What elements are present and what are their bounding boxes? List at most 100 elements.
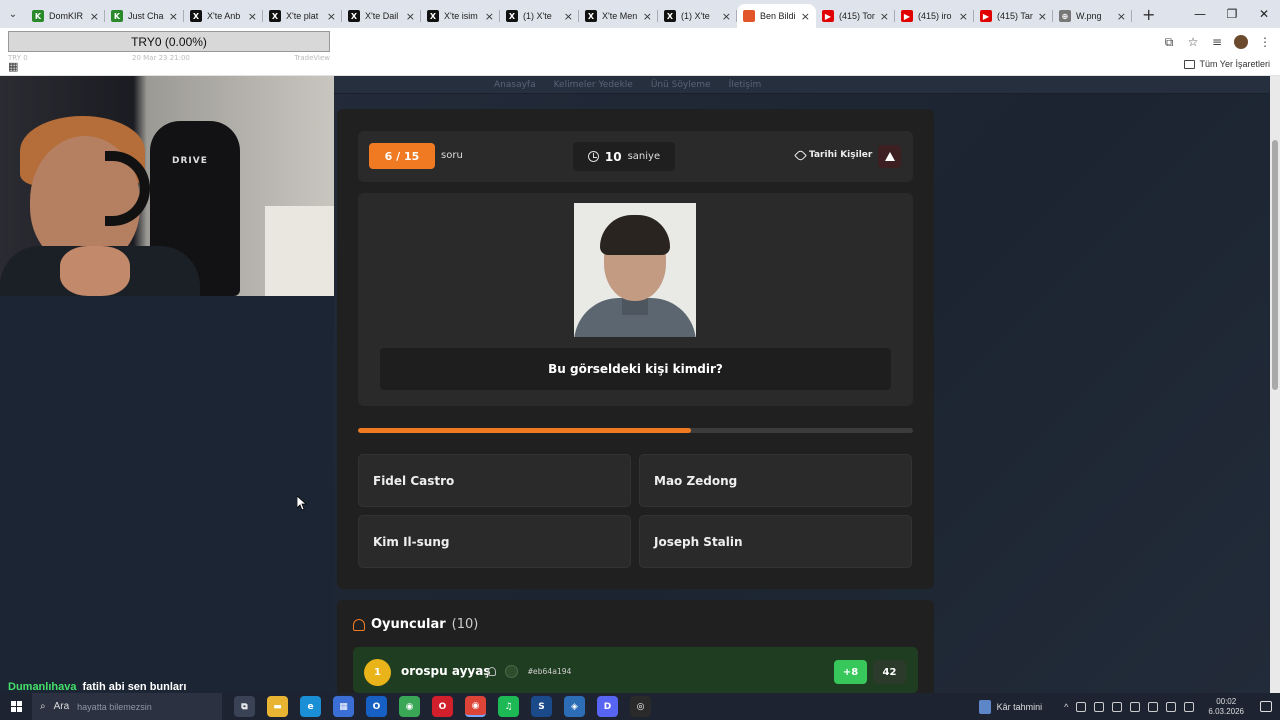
display-icon[interactable] xyxy=(1148,701,1159,712)
tray-app-icon[interactable] xyxy=(1076,701,1087,712)
weather-widget[interactable]: Kâr tahmini xyxy=(978,699,1042,714)
taskbar-app-spotify-icon[interactable]: ♫ xyxy=(498,696,519,717)
tab-title: (415) iro xyxy=(918,11,952,21)
tab-close-icon[interactable]: × xyxy=(327,10,336,23)
profile-avatar[interactable] xyxy=(1234,35,1248,49)
browser-tab[interactable]: X X'te plat × xyxy=(263,4,342,28)
bookmark-star-icon[interactable]: ☆ xyxy=(1186,35,1200,49)
tab-close-icon[interactable]: × xyxy=(564,10,573,23)
browser-tab[interactable]: X (1) X'te × xyxy=(500,4,579,28)
tab-title: X'te isim xyxy=(444,11,478,21)
tab-close-icon[interactable]: × xyxy=(485,10,494,23)
taskbar-app-chrome-icon[interactable]: ◉ xyxy=(399,696,420,717)
tab-title: (415) Tar xyxy=(997,11,1033,21)
browser-tab[interactable]: X X'te Dail × xyxy=(342,4,421,28)
network-icon[interactable] xyxy=(1094,701,1105,712)
taskbar-app-task-view-icon[interactable]: ⧉ xyxy=(234,696,255,717)
taskbar-app-opera-icon[interactable]: O xyxy=(432,696,453,717)
browser-tab[interactable]: K DomKIR × xyxy=(26,4,105,28)
answer-option-2[interactable]: Mao Zedong xyxy=(639,454,912,507)
tab-close-icon[interactable]: × xyxy=(90,10,99,23)
players-title: Oyuncular xyxy=(371,617,446,632)
clock[interactable]: 00:02 6.03.2026 xyxy=(1208,697,1244,717)
browser-tab[interactable]: ▶ (415) Tor × xyxy=(816,4,895,28)
scroll-thumb[interactable] xyxy=(1272,140,1278,390)
webcam-feed: DRIVE xyxy=(0,76,334,296)
microphone-icon[interactable] xyxy=(1130,701,1141,712)
tab-close-icon[interactable]: × xyxy=(1117,10,1126,23)
tab-close-icon[interactable]: × xyxy=(722,10,731,23)
ticker-sub-right: TradeView xyxy=(294,54,330,62)
tab-close-icon[interactable]: × xyxy=(1038,10,1047,23)
browser-menu-icon[interactable]: ⋮ xyxy=(1258,35,1272,49)
install-app-icon[interactable]: ⧉ xyxy=(1162,35,1176,49)
tab-title: DomKIR xyxy=(49,11,84,21)
question-text: Bu görseldeki kişi kimdir? xyxy=(380,348,891,390)
nav-link-words[interactable]: Kelimeler Yedekle xyxy=(554,80,633,90)
answer-option-1[interactable]: Fidel Castro xyxy=(358,454,631,507)
players-header: Oyuncular (10) xyxy=(353,617,478,632)
browser-tab[interactable]: X X'te isim × xyxy=(421,4,500,28)
taskbar-app-outlook-icon[interactable]: O xyxy=(366,696,387,717)
taskbar-search[interactable]: ⌕ Ara hayatta bilemezsin xyxy=(32,693,222,720)
nav-link-contact[interactable]: İletişim xyxy=(729,80,762,90)
maximize-button[interactable]: ❐ xyxy=(1216,7,1248,21)
browser-tab[interactable]: ▶ (415) Tar × xyxy=(974,4,1053,28)
page-scrollbar[interactable] xyxy=(1270,76,1280,693)
timer-progress-bar xyxy=(358,428,913,433)
media-control-icon[interactable]: ≡ xyxy=(1210,35,1224,49)
progress-fill xyxy=(358,428,691,433)
taskbar-app-steam-icon[interactable]: S xyxy=(531,696,552,717)
points-gained-badge: +8 xyxy=(834,660,867,684)
tab-close-icon[interactable]: × xyxy=(248,10,257,23)
tab-close-icon[interactable]: × xyxy=(169,10,178,23)
taskbar-app-obs-icon[interactable]: ◎ xyxy=(630,696,651,717)
browser-tab[interactable]: K Just Cha × xyxy=(105,4,184,28)
browser-tab[interactable]: Ben Bildi × xyxy=(737,4,816,28)
tag-icon xyxy=(794,148,807,162)
minimize-button[interactable]: — xyxy=(1184,7,1216,21)
weather-icon xyxy=(978,699,991,714)
tab-close-icon[interactable]: × xyxy=(643,10,652,23)
taskbar-app-store-icon[interactable]: ▦ xyxy=(333,696,354,717)
browser-tab[interactable]: X X'te Men × xyxy=(579,4,658,28)
answer-option-4[interactable]: Joseph Stalin xyxy=(639,515,912,568)
timer: 10 saniye xyxy=(573,142,675,171)
nav-link-home[interactable]: Anasayfa xyxy=(494,80,536,90)
question-image xyxy=(574,203,696,337)
cloud-icon[interactable] xyxy=(1112,701,1123,712)
tab-close-icon[interactable]: × xyxy=(406,10,415,23)
start-button[interactable] xyxy=(0,693,32,720)
browser-tab[interactable]: X X'te Anb × xyxy=(184,4,263,28)
tab-close-icon[interactable]: × xyxy=(880,10,889,23)
taskbar-app-discord-icon[interactable]: D xyxy=(597,696,618,717)
all-bookmarks-button[interactable]: Tüm Yer İşaretleri xyxy=(1184,59,1270,69)
notification-icon[interactable] xyxy=(1260,701,1272,712)
browser-tab[interactable]: ⊕ W.png × xyxy=(1053,4,1132,28)
close-window-button[interactable]: ✕ xyxy=(1248,7,1280,21)
taskbar-app-app-blue-icon[interactable]: ◈ xyxy=(564,696,585,717)
report-button[interactable] xyxy=(878,145,901,168)
new-tab-button[interactable]: + xyxy=(1142,5,1155,24)
clock-date: 6.03.2026 xyxy=(1208,706,1244,716)
wifi-icon[interactable] xyxy=(1166,701,1177,712)
taskbar-app-edge-icon[interactable]: e xyxy=(300,696,321,717)
ticker-sub-left: TRY 0 xyxy=(8,54,28,62)
tab-favicon-icon: X xyxy=(190,10,202,22)
tab-close-icon[interactable]: × xyxy=(801,10,810,23)
portrait-hair xyxy=(600,215,670,255)
browser-tab[interactable]: X (1) X'te × xyxy=(658,4,737,28)
player-tag: #eb64a194 xyxy=(528,667,572,676)
volume-icon[interactable] xyxy=(1184,701,1195,712)
tab-search-icon[interactable]: ⌄ xyxy=(0,0,26,28)
warning-icon xyxy=(884,152,895,161)
timer-value: 10 xyxy=(604,149,622,164)
tab-close-icon[interactable]: × xyxy=(959,10,968,23)
browser-tab[interactable]: ▶ (415) iro × xyxy=(895,4,974,28)
answer-option-3[interactable]: Kim Il-sung xyxy=(358,515,631,568)
tray-chevron-icon[interactable]: ^ xyxy=(1064,702,1068,712)
taskbar-app-file-explorer-icon[interactable]: ▬ xyxy=(267,696,288,717)
taskbar-app-chrome-active-icon[interactable]: ◉ xyxy=(465,696,486,717)
nav-link-say[interactable]: Ünü Söyleme xyxy=(651,80,711,90)
ticker-widget: TRY0 (0.00%) xyxy=(8,31,330,52)
